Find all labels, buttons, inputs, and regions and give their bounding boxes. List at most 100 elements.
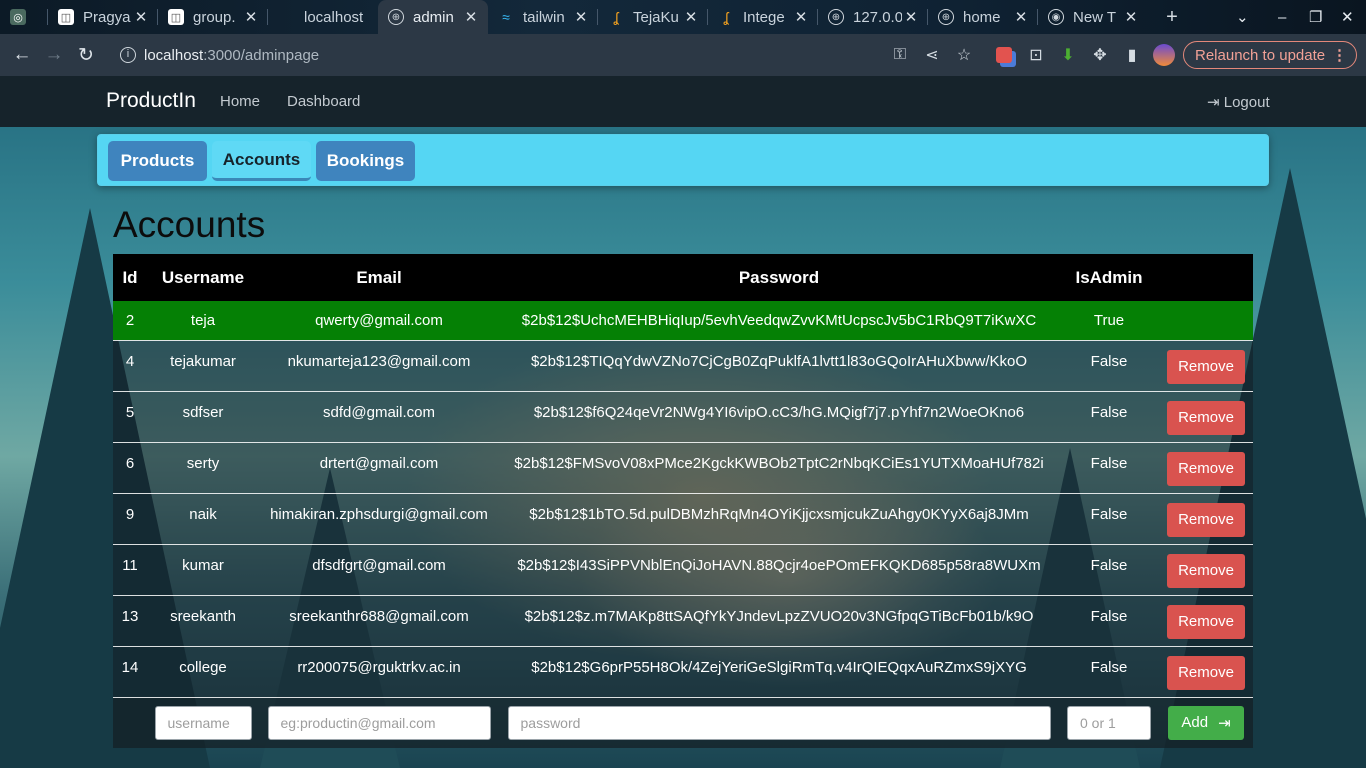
back-icon[interactable]: ← bbox=[6, 39, 38, 71]
browser-tab[interactable]: ⊕ home ✕ bbox=[928, 0, 1038, 34]
tab-title: group. bbox=[193, 8, 236, 26]
close-icon[interactable]: ✕ bbox=[902, 8, 920, 26]
isadmin-input[interactable] bbox=[1067, 705, 1151, 740]
logout-link[interactable]: ⇥ Logout bbox=[1207, 93, 1270, 111]
puzzle-icon[interactable]: ✥ bbox=[1087, 34, 1113, 76]
table-row: 11 kumar dfsdfgrt@gmail.com $2b$12$I43Si… bbox=[113, 544, 1253, 595]
table-header-row: Id Username Email Password IsAdmin bbox=[113, 254, 1253, 301]
cell-isadmin: False bbox=[1090, 556, 1128, 574]
new-tab-icon[interactable]: + bbox=[1160, 6, 1184, 29]
relaunch-button[interactable]: Relaunch to update ⋮ bbox=[1183, 41, 1357, 69]
close-icon[interactable]: ✕ bbox=[132, 8, 150, 26]
close-icon[interactable]: ✕ bbox=[1122, 8, 1140, 26]
table-row: 4 tejakumar nkumarteja123@gmail.com $2b$… bbox=[113, 340, 1253, 391]
key-icon[interactable]: ⚿ bbox=[887, 34, 913, 76]
site-info-icon[interactable]: i bbox=[120, 47, 136, 63]
tab-title: Pragya bbox=[83, 8, 131, 26]
header-password: Password bbox=[738, 267, 820, 287]
browser-tab[interactable]: ◫ Pragya ✕ bbox=[48, 0, 158, 34]
browser-tab-active[interactable]: ⊕ admin ✕ bbox=[378, 0, 488, 34]
browser-tab[interactable]: ʆ Intege ✕ bbox=[708, 0, 818, 34]
reload-icon[interactable]: ↻ bbox=[70, 39, 102, 71]
extension-icon[interactable] bbox=[991, 34, 1017, 76]
remove-button[interactable]: Remove bbox=[1167, 502, 1245, 537]
cell-id: 4 bbox=[125, 352, 135, 370]
cell-username: sdfser bbox=[182, 403, 224, 421]
nav-dashboard-link[interactable]: Dashboard bbox=[287, 93, 360, 110]
remove-button[interactable]: Remove bbox=[1167, 349, 1245, 384]
section-tab-panel: Products Accounts Bookings bbox=[97, 134, 1269, 186]
tab-products[interactable]: Products bbox=[108, 141, 207, 181]
table-row: 9 naik himakiran.zphsdurgi@gmail.com $2b… bbox=[113, 493, 1253, 544]
cell-email: himakiran.zphsdurgi@gmail.com bbox=[270, 505, 488, 523]
tailwind-icon: ≈ bbox=[502, 9, 510, 25]
close-window-icon[interactable]: ✕ bbox=[1341, 0, 1354, 34]
tab-title: localhost bbox=[304, 8, 364, 26]
cell-isadmin: False bbox=[1090, 505, 1128, 523]
share-icon[interactable]: ⋖ bbox=[919, 34, 945, 76]
profile-avatar[interactable] bbox=[1151, 34, 1177, 76]
cell-email: dfsdfgrt@gmail.com bbox=[312, 556, 446, 574]
browser-tab[interactable]: ʆ TejaKu ✕ bbox=[598, 0, 708, 34]
menu-dots-icon: ⋮ bbox=[1332, 47, 1347, 64]
logout-icon: ⇥ bbox=[1207, 94, 1220, 111]
cell-id: 13 bbox=[121, 607, 139, 625]
cell-username: teja bbox=[190, 312, 216, 329]
cell-id: 2 bbox=[125, 312, 135, 329]
cell-email: rr200075@rguktrkv.ac.in bbox=[297, 658, 461, 676]
close-icon[interactable]: ✕ bbox=[462, 8, 480, 26]
close-icon[interactable]: ✕ bbox=[242, 8, 260, 26]
download-icon[interactable]: ⬇ bbox=[1055, 34, 1081, 76]
username-input[interactable] bbox=[154, 705, 252, 740]
url-bar[interactable]: i localhost:3000/adminpage bbox=[108, 39, 983, 71]
browser-tab[interactable]: ⊕ 127.0.0 ✕ bbox=[818, 0, 928, 34]
browser-tab[interactable]: ◉ New T ✕ bbox=[1038, 0, 1148, 34]
sign-in-icon: ⇥ bbox=[1218, 714, 1231, 732]
header-username: Username bbox=[161, 267, 245, 287]
close-icon[interactable]: ✕ bbox=[1012, 8, 1030, 26]
tab-bookings[interactable]: Bookings bbox=[316, 141, 415, 181]
cell-password: $2b$12$TIQqYdwVZNo7CjCgB0ZqPuklfA1lvtt1l… bbox=[530, 352, 1028, 370]
remove-button[interactable]: Remove bbox=[1167, 451, 1245, 486]
restore-icon[interactable]: ❐ bbox=[1309, 0, 1322, 34]
globe-icon: ⊕ bbox=[938, 9, 954, 25]
cell-password: $2b$12$UchcMEHBHiqIup/5evhVeedqwZvvKMtUc… bbox=[521, 312, 1037, 329]
browser-tab[interactable]: ≈ tailwin ✕ bbox=[488, 0, 598, 34]
minimize-icon[interactable]: – bbox=[1278, 0, 1286, 34]
side-panel-icon[interactable]: ▮ bbox=[1119, 34, 1145, 76]
cell-password: $2b$12$G6prP55H8Ok/4ZejYeriGeSlgiRmTq.v4… bbox=[531, 658, 1027, 676]
tab-accounts[interactable]: Accounts bbox=[212, 141, 311, 181]
remove-button[interactable]: Remove bbox=[1167, 655, 1245, 690]
close-icon[interactable]: ✕ bbox=[792, 8, 810, 26]
nav-home-link[interactable]: Home bbox=[220, 93, 260, 110]
cell-password: $2b$12$FMSvoV08xPMce2KgckKWBOb2TptC2rNbq… bbox=[514, 454, 1044, 472]
remove-button[interactable]: Remove bbox=[1167, 604, 1245, 639]
close-icon[interactable]: ✕ bbox=[682, 8, 700, 26]
remove-button[interactable]: Remove bbox=[1167, 400, 1245, 435]
add-account-row: Add ⇥ bbox=[113, 697, 1253, 748]
leetcode-icon: ʆ bbox=[613, 9, 619, 25]
tab-search-icon[interactable]: ⌄ bbox=[1236, 0, 1249, 34]
browser-tab[interactable]: ◎ bbox=[0, 0, 48, 34]
cell-username: kumar bbox=[182, 556, 224, 574]
email-input[interactable] bbox=[267, 705, 491, 740]
brand-logo[interactable]: ProductIn bbox=[106, 89, 196, 113]
cell-isadmin: False bbox=[1090, 352, 1128, 370]
cell-isadmin: False bbox=[1090, 607, 1128, 625]
browser-tab[interactable]: localhost bbox=[268, 0, 378, 34]
chrome-icon: ◉ bbox=[1048, 9, 1064, 25]
cell-email: nkumarteja123@gmail.com bbox=[287, 352, 471, 370]
browser-tab[interactable]: ◫ group. ✕ bbox=[158, 0, 268, 34]
forward-icon[interactable]: → bbox=[38, 39, 70, 71]
header-isadmin: IsAdmin bbox=[1075, 267, 1143, 287]
recorder-icon[interactable]: ⊡ bbox=[1023, 34, 1049, 76]
cell-username: tejakumar bbox=[170, 352, 236, 370]
bookmark-star-icon[interactable]: ☆ bbox=[951, 34, 977, 76]
remove-button[interactable]: Remove bbox=[1167, 553, 1245, 588]
cell-id: 14 bbox=[121, 658, 139, 676]
cell-password: $2b$12$z.m7MAKp8ttSAQfYkYJndevLpzZVUO20v… bbox=[524, 607, 1034, 625]
password-input[interactable] bbox=[507, 705, 1051, 740]
tab-title: TejaKu bbox=[633, 8, 679, 26]
add-button[interactable]: Add ⇥ bbox=[1168, 705, 1244, 740]
close-icon[interactable]: ✕ bbox=[572, 8, 590, 26]
